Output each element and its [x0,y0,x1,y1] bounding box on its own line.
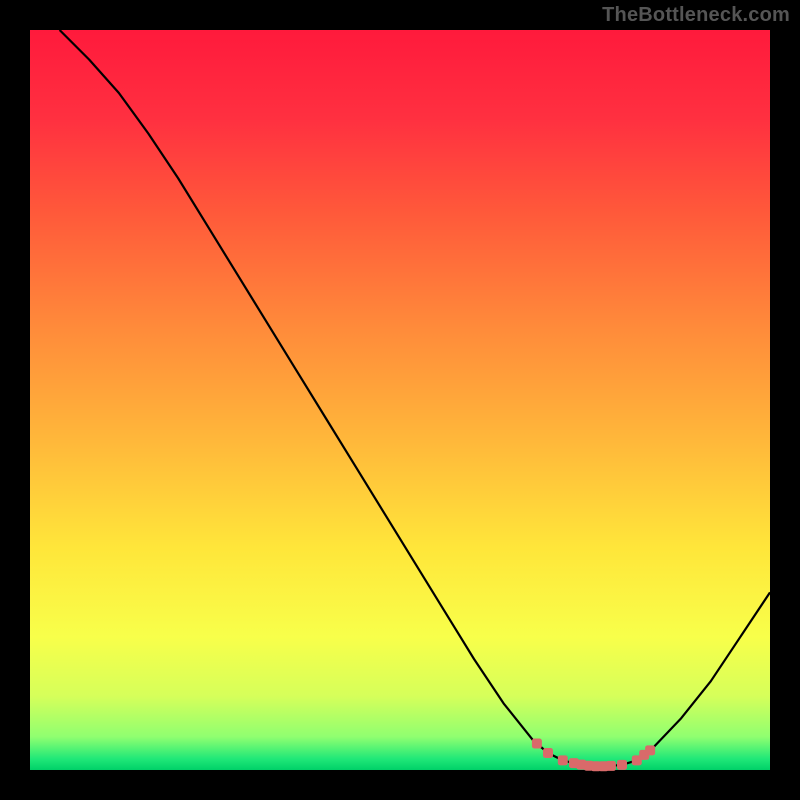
optimal-marker [617,760,627,770]
plot-background [30,30,770,770]
optimal-marker [532,739,542,749]
optimal-marker [606,761,616,771]
optimal-marker [543,748,553,758]
watermark-text: TheBottleneck.com [602,4,790,27]
chart-svg [0,0,800,800]
optimal-marker [645,745,655,755]
bottleneck-chart: TheBottleneck.com [0,0,800,800]
optimal-marker [558,755,568,765]
